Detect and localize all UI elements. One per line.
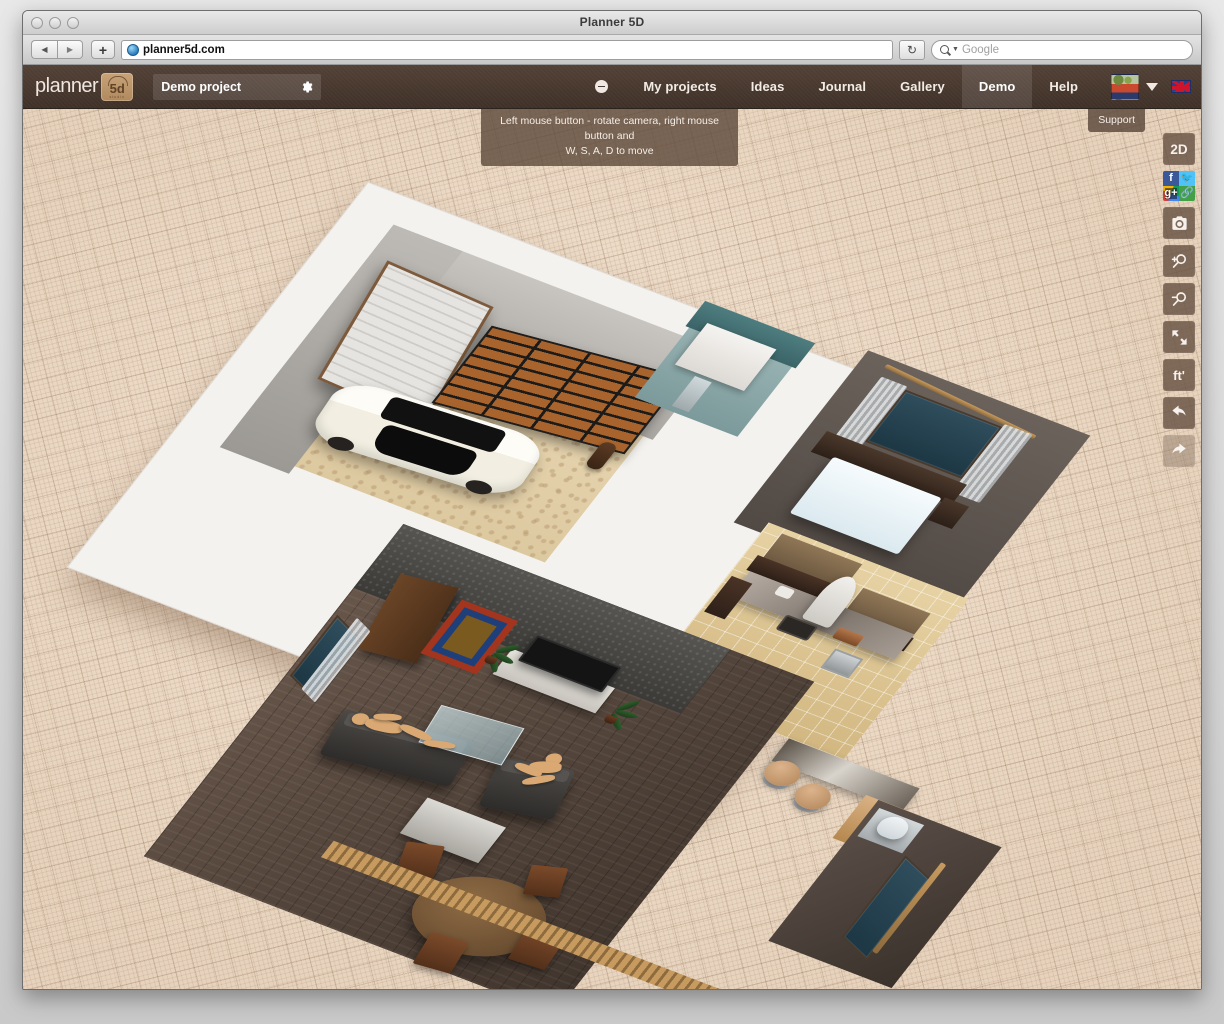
nav-item-help[interactable]: Help xyxy=(1032,65,1095,108)
browser-window: Planner 5D ◀ ▶ + planner5d.com ↻ ▼ Googl… xyxy=(22,10,1202,990)
search-input[interactable]: ▼ Google xyxy=(931,40,1193,60)
app-header: planner 5d studio Demo project xyxy=(23,65,1201,109)
logo-badge-subtext: studio xyxy=(110,95,125,99)
share-generic-icon[interactable]: 🔗 xyxy=(1179,186,1195,201)
main-nav: My projects Ideas Journal Gallery Demo H… xyxy=(577,65,1201,108)
support-label[interactable]: Support xyxy=(1088,109,1145,132)
app-logo[interactable]: planner 5d studio xyxy=(35,73,133,101)
window-titlebar: Planner 5D xyxy=(23,11,1201,35)
search-engine-chevron-icon[interactable]: ▼ xyxy=(952,46,959,53)
googleplus-share-icon[interactable]: g+ xyxy=(1163,186,1179,201)
twitter-share-icon[interactable]: 🐦 xyxy=(1179,171,1195,186)
new-tab-button[interactable]: + xyxy=(91,40,115,59)
nav-item-ideas[interactable]: Ideas xyxy=(734,65,802,108)
gear-icon[interactable] xyxy=(299,80,313,94)
reload-button[interactable]: ↻ xyxy=(899,40,925,60)
camera-hint-tooltip: Left mouse button - rotate camera, right… xyxy=(481,109,738,166)
redo-button[interactable] xyxy=(1163,435,1195,467)
triangle-down-icon[interactable] xyxy=(1146,83,1158,91)
logo-badge-text: 5d xyxy=(110,82,125,95)
view-2d-button[interactable]: 2D xyxy=(1163,133,1195,165)
collapse-toolbar-button[interactable] xyxy=(577,65,626,108)
forward-button[interactable]: ▶ xyxy=(57,40,83,59)
bar-stool-2[interactable] xyxy=(788,779,837,813)
design-viewport[interactable]: Left mouse button - rotate camera, right… xyxy=(23,109,1201,989)
nav-button-group: ◀ ▶ xyxy=(31,40,83,59)
camera-hint-line-1: Left mouse button - rotate camera, right… xyxy=(489,114,730,144)
uk-flag-icon[interactable] xyxy=(1171,80,1191,93)
viewport-toolbar: 2D f 🐦 g+ 🔗 xyxy=(1163,133,1195,467)
facebook-share-icon[interactable]: f xyxy=(1163,171,1179,186)
planner5d-app: planner 5d studio Demo project xyxy=(23,65,1201,989)
user-menu[interactable] xyxy=(1095,65,1201,108)
nav-item-demo[interactable]: Demo xyxy=(962,65,1033,108)
address-bar-url: planner5d.com xyxy=(143,44,225,56)
nav-item-journal[interactable]: Journal xyxy=(801,65,883,108)
search-placeholder: Google xyxy=(962,44,999,56)
project-name-field[interactable]: Demo project xyxy=(153,74,321,100)
avatar[interactable] xyxy=(1111,74,1139,100)
units-label: ft' xyxy=(1173,368,1185,383)
screenshot-root: Planner 5D ◀ ▶ + planner5d.com ↻ ▼ Googl… xyxy=(0,0,1224,1024)
address-bar[interactable]: planner5d.com xyxy=(121,40,893,60)
site-globe-icon xyxy=(127,44,139,56)
logo-house-badge-icon: 5d studio xyxy=(101,73,133,101)
social-share-group[interactable]: f 🐦 g+ 🔗 xyxy=(1163,171,1195,201)
undo-button[interactable] xyxy=(1163,397,1195,429)
logo-wordmark: planner xyxy=(35,75,98,98)
browser-toolbar: ◀ ▶ + planner5d.com ↻ ▼ Google xyxy=(23,35,1201,65)
scene-3d[interactable] xyxy=(23,109,1201,989)
camera-hint-line-2: W, S, A, D to move xyxy=(489,144,730,159)
nav-item-gallery[interactable]: Gallery xyxy=(883,65,962,108)
zoom-out-button[interactable] xyxy=(1163,283,1195,315)
units-button[interactable]: ft' xyxy=(1163,359,1195,391)
minus-circle-icon xyxy=(595,80,608,93)
screenshot-button[interactable] xyxy=(1163,207,1195,239)
search-icon xyxy=(940,45,949,54)
fullscreen-button[interactable] xyxy=(1163,321,1195,353)
project-name-value: Demo project xyxy=(161,80,241,94)
zoom-in-button[interactable] xyxy=(1163,245,1195,277)
back-button[interactable]: ◀ xyxy=(31,40,57,59)
nav-item-my-projects[interactable]: My projects xyxy=(626,65,733,108)
window-title: Planner 5D xyxy=(23,15,1201,29)
view-2d-label: 2D xyxy=(1170,142,1187,157)
